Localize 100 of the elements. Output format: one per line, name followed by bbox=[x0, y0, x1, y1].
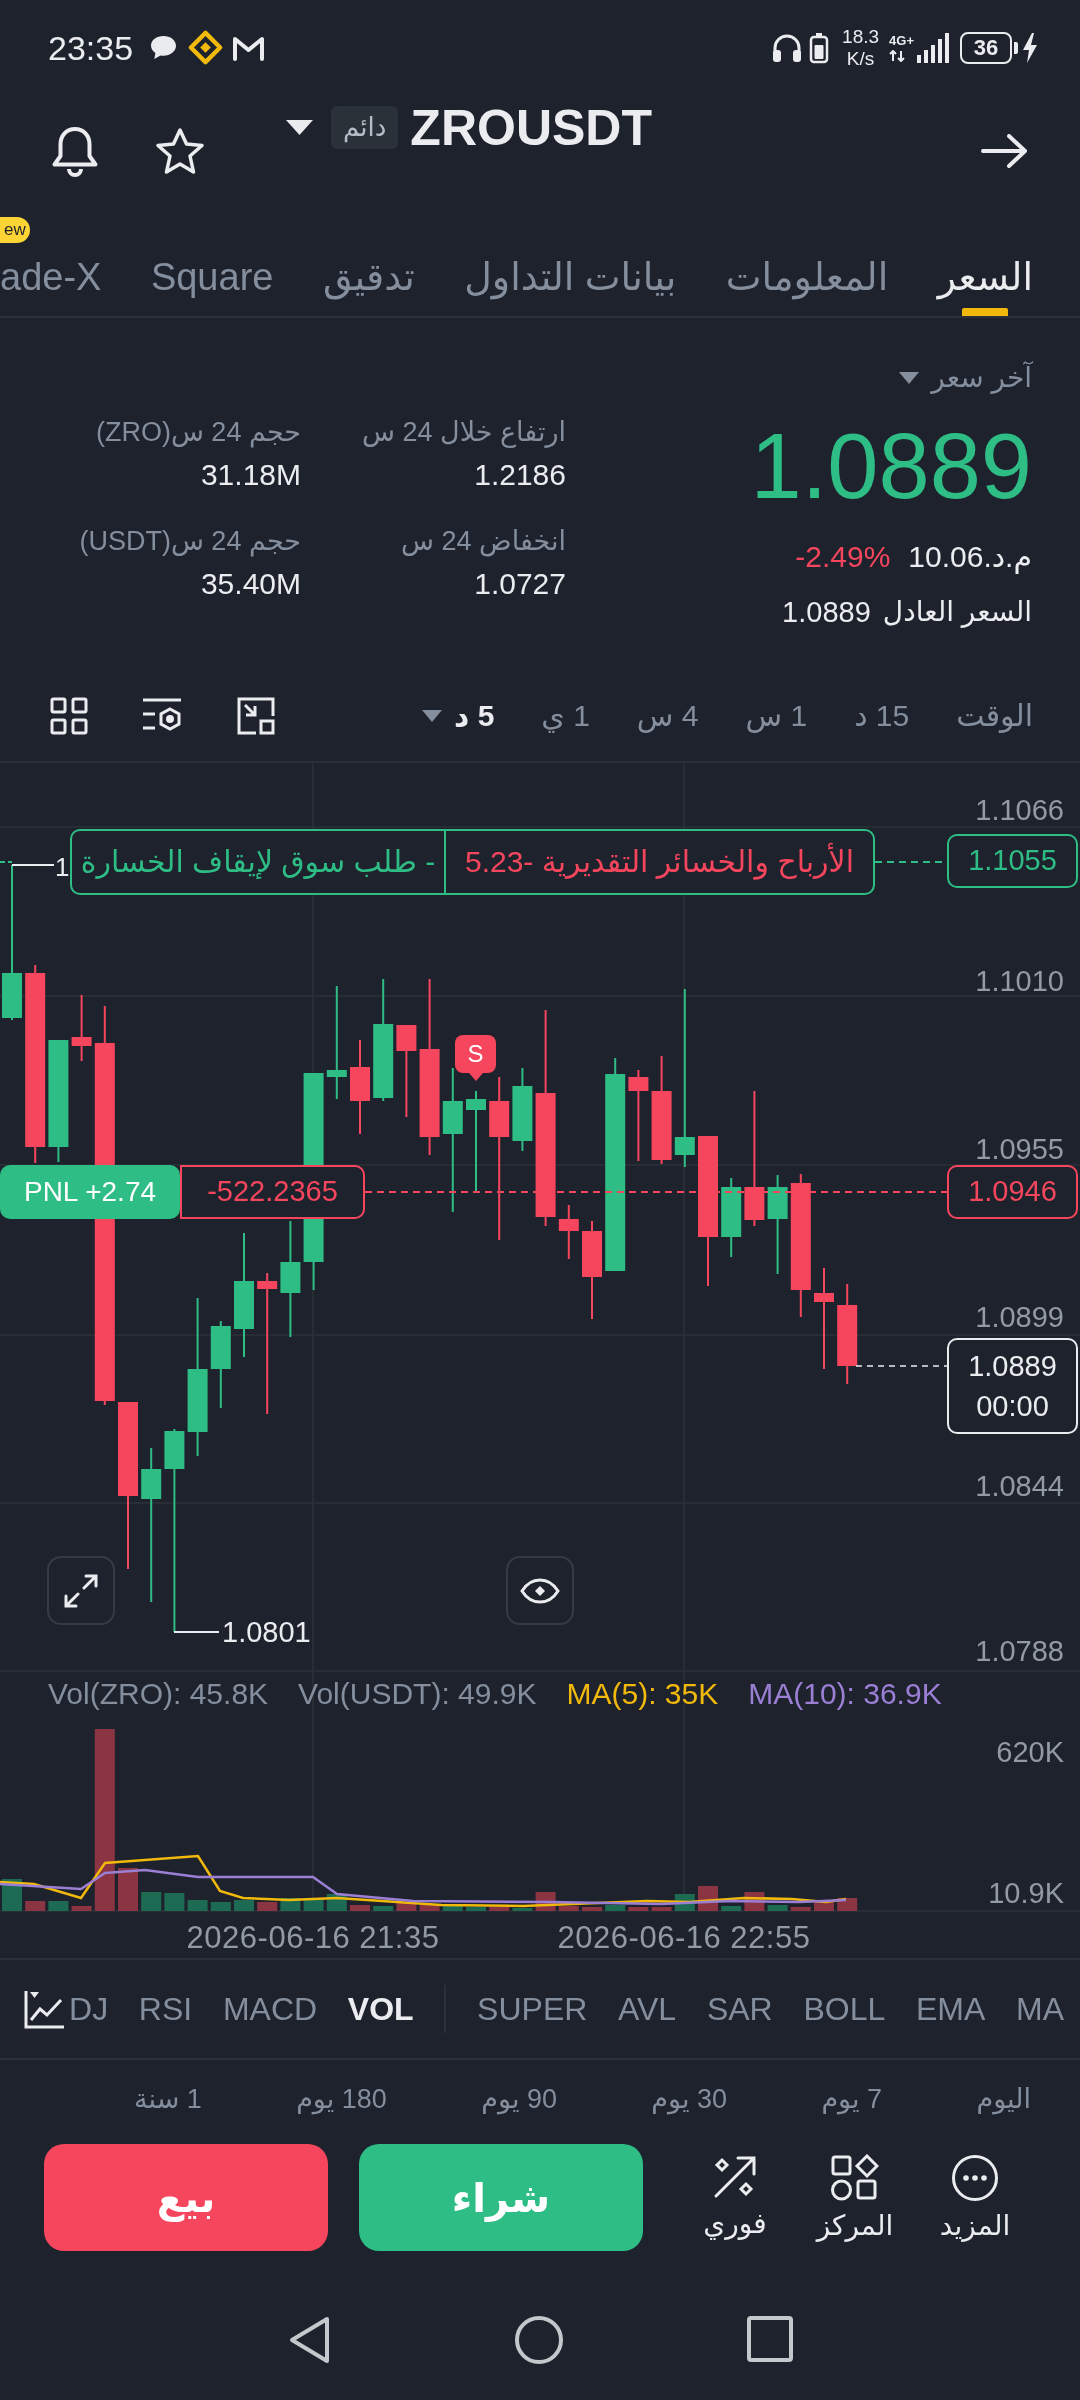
candle-countdown: 00:00 bbox=[976, 1389, 1049, 1424]
sell-button[interactable]: بيع bbox=[44, 2144, 328, 2251]
indicator-tab[interactable]: SUPER bbox=[477, 1989, 588, 2029]
recent-apps-icon[interactable] bbox=[747, 2316, 793, 2362]
pnl-badge[interactable]: PNL +2.74 bbox=[0, 1165, 180, 1219]
stat-label: ارتفاع خلال 24 س bbox=[362, 416, 566, 450]
bell-icon[interactable] bbox=[50, 125, 100, 177]
last-price-value: 1.0889 bbox=[968, 1349, 1057, 1384]
volume-bar bbox=[210, 1902, 231, 1911]
price-type-label[interactable]: آخر سعر bbox=[931, 361, 1032, 395]
period-option[interactable]: 90 يوم bbox=[481, 2081, 557, 2117]
estimated-pnl-label: الأرباح والخسائر التقديرية -5.23 bbox=[464, 843, 855, 881]
network-type: 4G+ bbox=[889, 33, 914, 48]
volume-bar bbox=[605, 1905, 626, 1911]
indicator-tab[interactable]: AVL bbox=[618, 1989, 677, 2029]
period-option[interactable]: 30 يوم bbox=[651, 2081, 728, 2117]
position-price-tag: 1.0946 bbox=[947, 1165, 1078, 1219]
volume-bar bbox=[141, 1892, 162, 1911]
indicator-tab[interactable]: MACD bbox=[222, 1989, 318, 2029]
interval-tab[interactable]: 1 ي bbox=[541, 696, 590, 736]
volume-bar bbox=[396, 1902, 417, 1911]
indicator-tab[interactable]: MA bbox=[1016, 1989, 1064, 2029]
right-arrow-icon[interactable] bbox=[981, 134, 1028, 168]
local-currency-value: م.د.10.06 bbox=[908, 539, 1032, 576]
caret-icon[interactable] bbox=[286, 120, 313, 135]
period-option[interactable]: اليوم bbox=[976, 2081, 1031, 2117]
period-option[interactable]: 1 سنة bbox=[134, 2081, 202, 2117]
volume-bar bbox=[582, 1907, 602, 1911]
resize-window-icon[interactable] bbox=[236, 697, 276, 735]
indicator-tab[interactable]: RSI bbox=[138, 1989, 193, 2029]
tab[interactable]: بيانات التداول bbox=[464, 213, 677, 316]
fair-price-label: السعر العادل bbox=[882, 595, 1032, 630]
diamond-logo-icon bbox=[188, 30, 224, 65]
volume-bar bbox=[489, 1907, 510, 1911]
interval-tab[interactable]: 4 س bbox=[636, 696, 699, 736]
indicator-tab[interactable]: DJ bbox=[69, 1989, 109, 2029]
interval-tab[interactable]: 15 د bbox=[854, 696, 910, 736]
shapes-icon bbox=[831, 2154, 879, 2202]
volume-bar bbox=[350, 1905, 370, 1911]
indicator-tab[interactable]: VOL bbox=[347, 1989, 414, 2029]
clock: 23:35 bbox=[48, 27, 134, 68]
stat-value: 31.18M bbox=[200, 457, 301, 493]
buy-button[interactable]: شراء bbox=[359, 2144, 643, 2251]
expand-button[interactable] bbox=[47, 1556, 115, 1625]
more-action[interactable]: المزيد bbox=[925, 2144, 1025, 2244]
instant-action[interactable]: فوري bbox=[685, 2144, 785, 2242]
period-option[interactable]: 7 يوم bbox=[821, 2081, 883, 2117]
volume-bar bbox=[790, 1907, 811, 1911]
interval-tab[interactable]: 5 د bbox=[421, 696, 495, 736]
new-badge: ew bbox=[0, 217, 30, 243]
visibility-button[interactable] bbox=[506, 1556, 574, 1625]
stat-value: 1.2186 bbox=[474, 457, 566, 493]
volume-legend-item: Vol(USDT): 49.9K bbox=[298, 1676, 537, 1712]
period-option[interactable]: 180 يوم bbox=[296, 2081, 387, 2117]
position-action[interactable]: المركز bbox=[805, 2144, 905, 2244]
stat-value: 1.0727 bbox=[474, 566, 566, 602]
network-speed: 18.3 bbox=[842, 25, 880, 48]
headphones-icon bbox=[771, 32, 804, 63]
expand-icon bbox=[64, 1573, 98, 1608]
price-axis-label: 1.0955 bbox=[975, 1134, 1064, 1164]
time-axis-label: 2026-06-16 21:35 bbox=[186, 1921, 440, 1955]
grid-icon[interactable] bbox=[50, 697, 88, 735]
volume-bar bbox=[234, 1900, 254, 1911]
star-icon[interactable] bbox=[155, 127, 205, 175]
volume-bar bbox=[419, 1905, 440, 1911]
order-type-label: - طلب سوق لإيقاف الخسارة bbox=[80, 844, 436, 881]
line-chart-icon[interactable] bbox=[24, 1989, 65, 2029]
volume-bar bbox=[512, 1908, 533, 1911]
indicator-tab[interactable]: SAR bbox=[706, 1989, 773, 2029]
interval-tab[interactable]: الوقت bbox=[956, 696, 1033, 736]
volume-bar bbox=[48, 1901, 69, 1911]
falling-candle bbox=[71, 994, 92, 1062]
price-axis-label: 1.1010 bbox=[975, 966, 1064, 996]
stop-order-label[interactable]: الأرباح والخسائر التقديرية -5.23 - طلب سوق لإيقاف الخسارة bbox=[70, 829, 875, 895]
back-icon[interactable] bbox=[288, 2316, 330, 2364]
percent-arrow-icon bbox=[712, 2154, 758, 2200]
speed-unit: K/s bbox=[846, 47, 875, 70]
price-axis-label: 1.0788 bbox=[975, 1636, 1064, 1666]
home-icon[interactable] bbox=[515, 2316, 563, 2364]
stat-label: حجم 24 س(ZRO) bbox=[95, 416, 301, 450]
tab[interactable]: ew ade-X bbox=[0, 213, 102, 316]
order-price-tag: 1.1055 bbox=[947, 834, 1078, 888]
pointer-icon bbox=[468, 1073, 483, 1081]
time-axis-label: 2026-06-16 22:55 bbox=[557, 1921, 811, 1955]
volume-bar bbox=[71, 1906, 92, 1911]
tab[interactable]: تدقيق bbox=[322, 213, 415, 316]
price-change-percent: -2.49% bbox=[795, 539, 891, 575]
tab[interactable]: المعلومات bbox=[725, 213, 889, 316]
stat-label: انخفاض 24 س bbox=[401, 525, 566, 559]
tab[interactable]: السعر bbox=[937, 213, 1033, 316]
tab[interactable]: Square bbox=[150, 213, 274, 316]
data-arrows-icon bbox=[889, 50, 906, 62]
volume-bar bbox=[257, 1902, 278, 1911]
more-icon bbox=[951, 2154, 999, 2202]
volume-bar bbox=[767, 1905, 788, 1911]
interval-tab[interactable]: 1 س bbox=[745, 696, 808, 736]
indicator-tab[interactable]: BOLL bbox=[803, 1989, 886, 2029]
price-axis-label: 1.0899 bbox=[975, 1302, 1064, 1332]
symbol-title[interactable]: ZROUSDT bbox=[410, 99, 652, 156]
indicator-tab[interactable]: EMA bbox=[915, 1989, 986, 2029]
